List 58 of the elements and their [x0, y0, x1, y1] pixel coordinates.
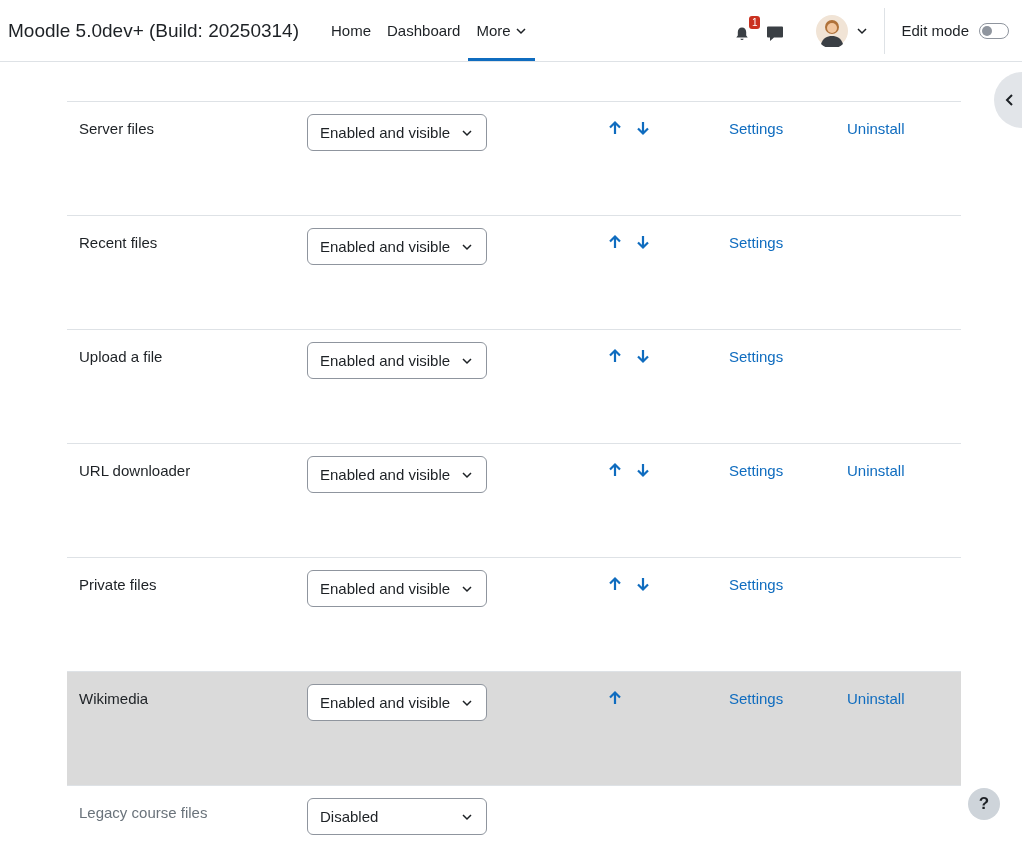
move-up-link[interactable]: [607, 234, 623, 250]
arrow-down-icon: [635, 348, 651, 364]
avatar-icon: [816, 14, 849, 47]
nav-link[interactable]: Home: [323, 0, 380, 61]
settings-link[interactable]: Settings: [729, 570, 784, 593]
edit-mode-label: Edit mode: [901, 22, 969, 39]
move-down-link[interactable]: [635, 348, 651, 364]
arrow-up-icon: [607, 120, 623, 136]
move-up-link[interactable]: [607, 348, 623, 364]
move-up-link[interactable]: [607, 462, 623, 478]
chevron-left-icon: [1004, 93, 1016, 107]
arrow-up-icon: [607, 576, 623, 592]
repository-name: Wikimedia: [79, 689, 149, 707]
arrow-up-icon: [607, 462, 623, 478]
move-down-link[interactable]: [635, 576, 651, 592]
visibility-select[interactable]: Enabled and visible: [307, 114, 487, 151]
arrow-up-icon: [607, 690, 623, 706]
bell-icon: [734, 25, 751, 42]
visibility-select[interactable]: Enabled and visible: [307, 228, 487, 265]
repository-name: URL downloader: [79, 461, 191, 479]
move-up-link[interactable]: [607, 120, 623, 136]
move-up-link[interactable]: [607, 690, 623, 706]
repository-name: Recent files: [79, 233, 158, 251]
uninstall-link[interactable]: Uninstall: [847, 114, 905, 137]
visibility-select[interactable]: Enabled and visible: [307, 684, 487, 721]
settings-link[interactable]: Settings: [729, 228, 784, 251]
repository-name: Legacy course files: [79, 803, 208, 821]
site-name[interactable]: Moodle 5.0dev+ (Build: 20250314): [8, 19, 299, 42]
user-menu[interactable]: [816, 14, 869, 47]
repository-name: Private files: [79, 575, 157, 593]
move-down-link[interactable]: [635, 234, 651, 250]
speech-bubble-icon: [766, 25, 785, 42]
repository-name: Upload a file: [79, 347, 163, 365]
visibility-select[interactable]: Enabled and visible: [307, 342, 487, 379]
arrow-up-icon: [607, 234, 623, 250]
move-down-link[interactable]: [635, 120, 651, 136]
repository-name: Server files: [79, 119, 155, 137]
notification-count: 1: [748, 15, 761, 29]
move-down-link[interactable]: [635, 462, 651, 478]
nav-link[interactable]: More: [468, 0, 535, 61]
settings-link[interactable]: Settings: [729, 456, 784, 479]
arrow-down-icon: [635, 120, 651, 136]
settings-link[interactable]: Settings: [729, 342, 784, 365]
uninstall-link[interactable]: Uninstall: [847, 684, 905, 707]
move-up-link[interactable]: [607, 576, 623, 592]
nav-link[interactable]: Dashboard: [379, 0, 469, 61]
settings-link[interactable]: Settings: [729, 114, 784, 137]
visibility-select[interactable]: Enabled and visible: [307, 456, 487, 493]
edit-mode-switch[interactable]: [979, 22, 1009, 39]
notifications-button[interactable]: 1: [728, 15, 761, 46]
settings-link[interactable]: Settings: [729, 684, 784, 707]
uninstall-link[interactable]: Uninstall: [847, 456, 905, 479]
arrow-down-icon: [635, 576, 651, 592]
arrow-down-icon: [635, 462, 651, 478]
help-button[interactable]: ?: [968, 788, 1000, 820]
arrow-up-icon: [607, 348, 623, 364]
arrow-down-icon: [635, 234, 651, 250]
visibility-select[interactable]: Enabled and visible: [307, 570, 487, 607]
